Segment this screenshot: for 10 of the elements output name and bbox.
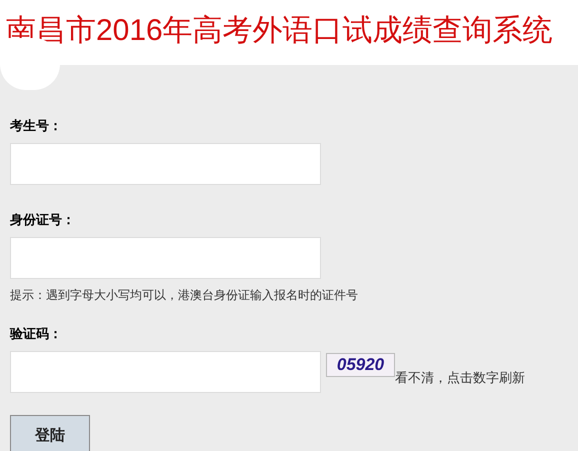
input-field[interactable]: [10, 351, 321, 393]
field-label: 验证码：: [10, 325, 63, 343]
field-label: 考生号：: [10, 117, 63, 135]
input-field[interactable]: [10, 237, 321, 279]
login-button[interactable]: 登陆: [10, 415, 90, 451]
refresh-hint: 看不清，点击数字刷新: [395, 369, 525, 388]
input-field[interactable]: [10, 143, 321, 185]
captcha-image[interactable]: 05920: [326, 353, 395, 377]
field-label: 身份证号：: [10, 211, 76, 229]
hint-text: 提示：遇到字母大小写均可以，港澳台身份证输入报名时的证件号: [10, 287, 359, 303]
